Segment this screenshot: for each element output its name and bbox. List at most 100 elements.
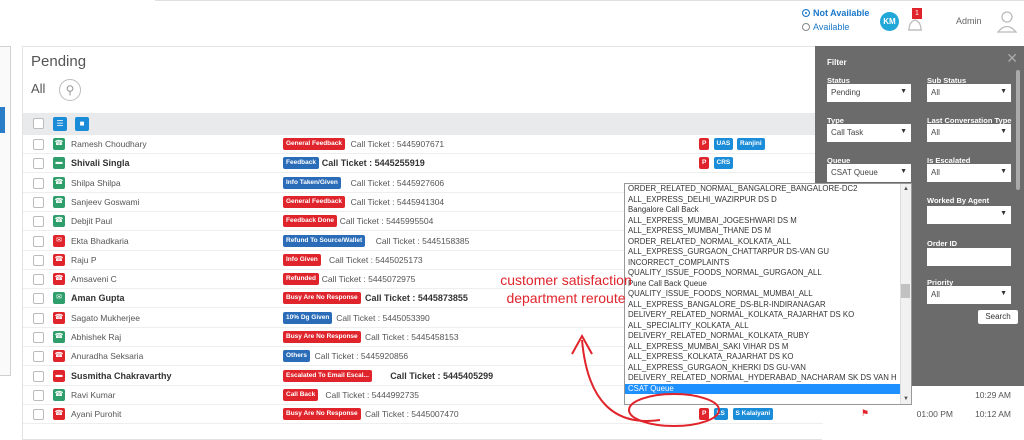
- phone-icon: ☎: [53, 138, 65, 150]
- contact-name[interactable]: Aman Gupta: [71, 293, 125, 303]
- type-select[interactable]: Call Task ▼: [827, 124, 911, 142]
- ticket-number[interactable]: Call Ticket : 5445158385: [376, 236, 470, 246]
- substatus-value: All: [931, 88, 940, 97]
- ticket-number[interactable]: Call Ticket : 5445458153: [365, 332, 459, 342]
- disposition-badge: General Feedback: [283, 138, 345, 150]
- row-checkbox[interactable]: [33, 177, 44, 189]
- scroll-up-icon[interactable]: ▲: [903, 186, 909, 192]
- worked-by-agent-select[interactable]: ▼: [927, 206, 1011, 224]
- contact-name[interactable]: Ramesh Choudhary: [71, 139, 147, 149]
- ticket-number[interactable]: Call Ticket : 5445255919: [322, 158, 425, 168]
- queue-option[interactable]: QUALITY_ISSUE_FOODS_NORMAL_MUMBAI_ALL: [625, 289, 911, 300]
- table-row[interactable]: ▬ Shivali Singla Feedback Call Ticket : 544…: [23, 154, 823, 174]
- queue-select[interactable]: CSAT Queue ▼: [827, 164, 911, 182]
- queue-option[interactable]: ALL_EXPRESS_MUMBAI_THANE DS M: [625, 226, 911, 237]
- status-available-radio[interactable]: Available: [802, 22, 849, 32]
- queue-option[interactable]: ALL_EXPRESS_DELHI_WAZIRPUR DS D: [625, 195, 911, 206]
- last-conversation-select[interactable]: All ▼: [927, 124, 1011, 142]
- row-checkbox[interactable]: [33, 370, 44, 382]
- queue-option[interactable]: ALL_EXPRESS_MUMBAI_JOGESHWARI DS M: [625, 216, 911, 227]
- contact-name[interactable]: Shilpa Shilpa: [71, 178, 121, 188]
- disposition-badge: Call Back: [283, 388, 319, 401]
- row-checkbox[interactable]: [33, 235, 44, 247]
- scroll-thumb[interactable]: [901, 284, 910, 298]
- contact-name[interactable]: Ayani Purohit: [71, 409, 121, 419]
- contact-name[interactable]: Ekta Bhadkaria: [71, 236, 129, 246]
- row-checkbox[interactable]: [33, 139, 44, 150]
- ticket-number[interactable]: Call Ticket : 5445053390: [336, 313, 430, 323]
- disposition-badge: Busy Are No Response: [283, 292, 361, 305]
- ticket-number[interactable]: Call Ticket : 5445025173: [329, 255, 423, 265]
- contact-name[interactable]: Sanjeev Goswami: [71, 197, 140, 207]
- folder-button[interactable]: ■: [75, 117, 89, 131]
- queue-option[interactable]: ALL_EXPRESS_GURGAON_CHATTARPUR DS-VAN GU: [625, 247, 911, 258]
- row-checkbox[interactable]: [33, 196, 44, 208]
- queue-option[interactable]: ORDER_RELATED_NORMAL_KOLKATA_ALL: [625, 237, 911, 248]
- annotation-highlight-ellipse: [628, 393, 720, 427]
- filter-search-button[interactable]: Search: [978, 310, 1018, 324]
- contact-name[interactable]: Debjit Paul: [71, 216, 112, 226]
- ticket-number[interactable]: Call Ticket : 5445007470: [365, 409, 459, 419]
- contact-name[interactable]: Ravi Kumar: [71, 390, 115, 400]
- queue-option[interactable]: ORDER_RELATED_NORMAL_BANGALORE_BANGALORE…: [625, 184, 911, 195]
- ticket-number[interactable]: Call Ticket : 5445920856: [315, 351, 409, 361]
- close-icon[interactable]: ✕: [1006, 50, 1018, 67]
- status-value: Pending: [831, 88, 861, 97]
- queue-option[interactable]: Bangalore Call Back: [625, 205, 911, 216]
- ticket-number[interactable]: Call Ticket : 5445995504: [340, 216, 434, 226]
- user-initials-badge[interactable]: KM: [880, 12, 899, 31]
- list-view-button[interactable]: ☰: [53, 117, 67, 131]
- notification-bell[interactable]: 1: [905, 8, 925, 36]
- contact-name[interactable]: Anuradha Seksaria: [71, 351, 143, 361]
- ticket-number[interactable]: Call Ticket : 5445072975: [322, 274, 416, 284]
- queue-option[interactable]: INCORRECT_COMPLAINTS: [625, 258, 911, 269]
- contact-name[interactable]: Sagato Mukherjee: [71, 313, 140, 323]
- ticket-number[interactable]: Call Ticket : 5445907671: [351, 139, 445, 149]
- status-select[interactable]: Pending ▼: [827, 84, 911, 102]
- dropdown-arrow-icon: ▼: [900, 168, 907, 175]
- escalated-select[interactable]: All ▼: [927, 164, 1011, 182]
- ticket-number[interactable]: Call Ticket : 5445927606: [351, 178, 445, 188]
- ticket-number[interactable]: Call Ticket : 5444992735: [325, 390, 419, 400]
- contact-name[interactable]: Raju P: [71, 255, 97, 265]
- all-filter-label[interactable]: All: [31, 81, 45, 96]
- row-checkbox[interactable]: [33, 274, 44, 286]
- queue-option[interactable]: QUALITY_ISSUE_FOODS_NORMAL_GURGAON_ALL: [625, 268, 911, 279]
- queue-value: CSAT Queue: [831, 168, 878, 177]
- ticket-number[interactable]: Call Ticket : 5445873855: [365, 293, 468, 303]
- admin-label[interactable]: Admin: [956, 16, 982, 26]
- substatus-select[interactable]: All ▼: [927, 84, 1011, 102]
- priority-select[interactable]: All ▼: [927, 286, 1011, 304]
- row-tag: S Kalaiyani: [732, 408, 774, 421]
- ticket-number[interactable]: Call Ticket : 5445941304: [351, 197, 445, 207]
- contact-name[interactable]: Abhishek Raj: [71, 332, 121, 342]
- ticket-number[interactable]: Call Ticket : 5445405299: [390, 371, 493, 381]
- row-checkbox[interactable]: [33, 158, 44, 170]
- queue-option[interactable]: Pune Call Back Queue: [625, 279, 911, 290]
- scroll-down-icon[interactable]: ▼: [903, 396, 909, 402]
- row-checkbox[interactable]: [33, 351, 44, 363]
- contact-name[interactable]: Amsaveni C: [71, 274, 117, 284]
- disposition-badge: Escalated To Email Escal...: [283, 369, 372, 382]
- filter-scrollbar[interactable]: [1016, 70, 1020, 190]
- select-all-checkbox[interactable]: [33, 118, 44, 129]
- row-checkbox[interactable]: [33, 293, 44, 305]
- flag-icon[interactable]: ⚑: [861, 408, 869, 419]
- contact-name[interactable]: Susmitha Chakravarthy: [71, 371, 172, 381]
- row-checkbox[interactable]: [33, 332, 44, 343]
- row-checkbox[interactable]: [33, 389, 44, 401]
- order-id-input[interactable]: [927, 248, 1011, 266]
- dropdown-scrollbar[interactable]: ▲ ▼: [900, 184, 911, 404]
- row-checkbox[interactable]: [33, 216, 44, 228]
- left-nav-active-indicator[interactable]: [0, 107, 5, 133]
- table-row[interactable]: ☎ Ramesh Choudhary General Feedback Call Ti…: [23, 135, 823, 154]
- row-checkbox[interactable]: [33, 409, 44, 421]
- contact-name[interactable]: Shivali Singla: [71, 158, 130, 168]
- status-not-available-radio[interactable]: Not Available: [802, 8, 869, 18]
- row-checkbox[interactable]: [33, 312, 44, 324]
- chat-icon: ▬: [53, 369, 65, 382]
- avatar-icon[interactable]: [996, 8, 1018, 34]
- row-checkbox[interactable]: [33, 254, 44, 266]
- search-button[interactable]: ⚲: [59, 79, 81, 101]
- phone-icon: ☎: [53, 253, 65, 266]
